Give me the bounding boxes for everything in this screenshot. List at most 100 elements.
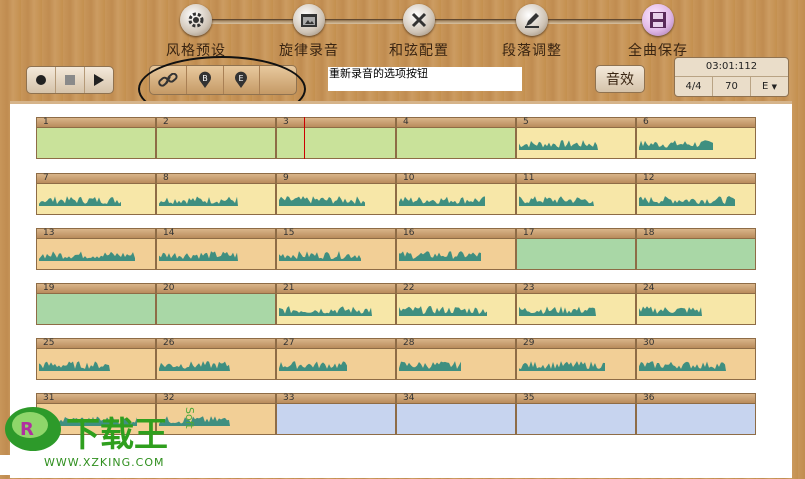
measure-cell[interactable]: 15 <box>276 228 396 270</box>
measure-cell[interactable]: 14 <box>156 228 276 270</box>
measure-cell[interactable]: 20 <box>156 283 276 325</box>
measure-cell[interactable]: 9 <box>276 173 396 215</box>
measure-cell[interactable]: 16 <box>396 228 516 270</box>
meter-display: 4/4 <box>675 77 713 96</box>
annotation-note: 重新录音的选项按钮 <box>328 67 522 91</box>
step-melody-record[interactable]: 旋律录音 <box>269 4 349 60</box>
waveform <box>159 196 238 206</box>
waveform <box>519 306 596 316</box>
measure-cell[interactable]: 12 <box>636 173 756 215</box>
step-chord-config[interactable]: 和弦配置 <box>379 4 459 60</box>
measure-cell[interactable]: 3 <box>276 117 396 159</box>
measure-number: 11 <box>517 174 635 184</box>
measure-body <box>157 184 275 214</box>
measure-cell[interactable]: 17 <box>516 228 636 270</box>
measure-body <box>157 128 275 158</box>
measure-cell[interactable]: 33 <box>276 393 396 435</box>
measure-number: 3 <box>277 118 395 128</box>
measure-cell[interactable]: 29 <box>516 338 636 380</box>
measure-number: 4 <box>397 118 515 128</box>
measure-body <box>397 404 515 434</box>
measure-number: 18 <box>637 229 755 239</box>
measure-body <box>37 239 155 269</box>
logo-brand: 下载王 <box>66 415 168 455</box>
measure-cell[interactable]: 27 <box>276 338 396 380</box>
measure-body <box>637 128 755 158</box>
measure-cell[interactable]: 1 <box>36 117 156 159</box>
measure-cell[interactable]: 30 <box>636 338 756 380</box>
measure-body <box>517 184 635 214</box>
measure-cell[interactable]: 13 <box>36 228 156 270</box>
measure-number: 2 <box>157 118 275 128</box>
measure-cell[interactable]: 7 <box>36 173 156 215</box>
measure-body <box>637 404 755 434</box>
step-style-preset[interactable]: 风格预设 <box>156 4 236 60</box>
measure-cell[interactable]: 25 <box>36 338 156 380</box>
measure-number: 35 <box>517 394 635 404</box>
measure-cell[interactable]: 28 <box>396 338 516 380</box>
waveform <box>39 196 121 206</box>
measure-cell[interactable]: 24 <box>636 283 756 325</box>
waveform <box>399 251 481 261</box>
save-icon <box>642 4 674 36</box>
edit-icon <box>516 4 548 36</box>
effects-button[interactable]: 音效 <box>595 65 645 93</box>
measure-body <box>397 128 515 158</box>
logo-side-text: Soft <box>183 407 196 429</box>
waveform <box>279 196 365 206</box>
measure-number: 26 <box>157 339 275 349</box>
measure-cell[interactable]: 35 <box>516 393 636 435</box>
waveform <box>39 251 135 261</box>
measure-cell[interactable]: 2 <box>156 117 276 159</box>
step-save-all[interactable]: 全曲保存 <box>618 4 698 60</box>
measure-cell[interactable]: 23 <box>516 283 636 325</box>
measure-number: 20 <box>157 284 275 294</box>
waveform <box>399 361 461 371</box>
key-select[interactable]: E ▼ <box>751 77 788 96</box>
waveform <box>399 196 485 206</box>
measure-cell[interactable]: 18 <box>636 228 756 270</box>
measure-row: 123456 <box>36 117 756 159</box>
tempo-field[interactable]: 70 <box>713 77 751 96</box>
waveform <box>639 306 702 316</box>
waveform <box>399 306 487 316</box>
waveform <box>159 361 230 371</box>
measure-body <box>517 128 635 158</box>
step-label: 段落调整 <box>502 43 562 59</box>
measure-number: 25 <box>37 339 155 349</box>
measure-number: 28 <box>397 339 515 349</box>
site-logo: R 下载王 Soft WWW.XZKING.COM <box>0 399 225 475</box>
record-button[interactable] <box>27 67 56 93</box>
measure-cell[interactable]: 4 <box>396 117 516 159</box>
play-button[interactable] <box>85 67 113 93</box>
measure-cell[interactable]: 10 <box>396 173 516 215</box>
waveform <box>39 361 110 371</box>
measure-cell[interactable]: 36 <box>636 393 756 435</box>
measure-number: 33 <box>277 394 395 404</box>
measure-row: 19 20 21 22 23 24 <box>36 283 756 325</box>
measure-number: 22 <box>397 284 515 294</box>
measure-number: 7 <box>37 174 155 184</box>
measure-cell[interactable]: 11 <box>516 173 636 215</box>
measure-cell[interactable]: 6 <box>636 117 756 159</box>
measure-cell[interactable]: 19 <box>36 283 156 325</box>
measure-cell[interactable]: 26 <box>156 338 276 380</box>
measure-cell[interactable]: 8 <box>156 173 276 215</box>
measure-body <box>37 128 155 158</box>
step-section-adjust[interactable]: 段落调整 <box>492 4 572 60</box>
measure-cell[interactable]: 22 <box>396 283 516 325</box>
waveform <box>639 196 735 206</box>
measure-body <box>37 294 155 324</box>
measure-number: 14 <box>157 229 275 239</box>
measure-number: 10 <box>397 174 515 184</box>
measure-cell[interactable]: 5 <box>516 117 636 159</box>
playhead[interactable] <box>304 117 305 159</box>
measure-cell[interactable]: 34 <box>396 393 516 435</box>
stop-button[interactable] <box>56 67 85 93</box>
measure-number: 6 <box>637 118 755 128</box>
measure-body <box>397 184 515 214</box>
measure-cell[interactable]: 21 <box>276 283 396 325</box>
step-label: 和弦配置 <box>389 43 449 59</box>
measure-body <box>637 239 755 269</box>
measure-number: 30 <box>637 339 755 349</box>
